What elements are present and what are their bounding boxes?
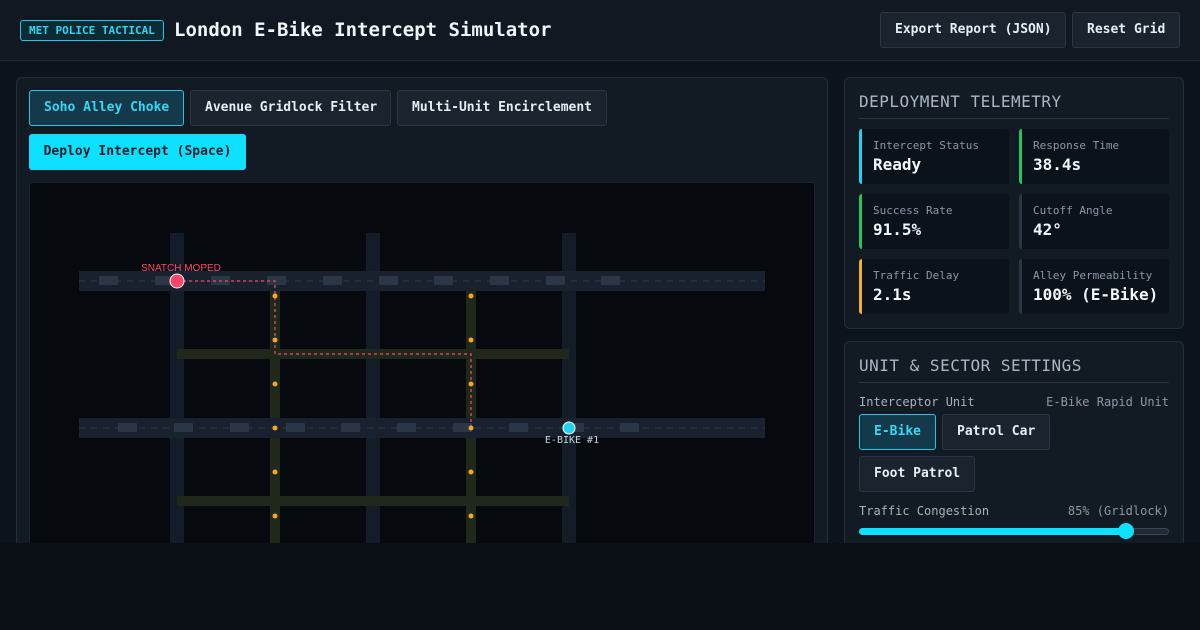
deployment-telemetry-panel: DEPLOYMENT TELEMETRY Intercept Status Re… <box>844 77 1184 329</box>
traffic-congestion-value: 85% (Gridlock) <box>1067 504 1169 518</box>
waypoint-marker <box>272 381 278 387</box>
slider-thumb[interactable] <box>1118 523 1134 539</box>
waypoint-marker <box>468 513 474 519</box>
metric-label: Success Rate <box>873 204 953 217</box>
waypoint-marker <box>468 381 474 387</box>
metric-intercept-status: Intercept Status Ready <box>859 129 1009 184</box>
alley-horizontal <box>177 349 569 359</box>
metric-label: Intercept Status <box>873 139 979 152</box>
unit-label: E-BIKE #1 <box>545 435 599 446</box>
header-bar: MET POLICE TACTICAL London E-Bike Interc… <box>0 0 1200 61</box>
unit-foot-patrol-button[interactable]: Foot Patrol <box>859 456 975 492</box>
traffic-car <box>323 276 342 285</box>
suspect-moped-marker[interactable] <box>169 273 185 289</box>
metric-cutoff-angle: Cutoff Angle 42° <box>1019 194 1169 249</box>
unit-patrol-car-button[interactable]: Patrol Car <box>942 414 1050 450</box>
waypoint-marker <box>272 469 278 475</box>
metric-traffic-delay: Traffic Delay 2.1s <box>859 259 1009 314</box>
interceptor-unit-label: Interceptor Unit <box>859 395 975 409</box>
traffic-car <box>230 423 249 432</box>
traffic-car <box>379 276 398 285</box>
page-title: London E-Bike Intercept Simulator <box>174 19 552 41</box>
waypoint-marker <box>468 293 474 299</box>
waypoint-marker <box>468 469 474 475</box>
waypoint-marker <box>468 425 474 431</box>
metric-success-rate: Success Rate 91.5% <box>859 194 1009 249</box>
metric-response-time: Response Time 38.4s <box>1019 129 1169 184</box>
slider-fill <box>859 528 1126 535</box>
suspect-label: SNATCH MOPED <box>141 263 221 274</box>
traffic-car <box>546 276 565 285</box>
unit-ebike-button[interactable]: E-Bike <box>859 414 936 450</box>
interceptor-unit-value: E-Bike Rapid Unit <box>1046 395 1169 409</box>
traffic-car <box>286 423 305 432</box>
traffic-car <box>620 423 639 432</box>
traffic-car <box>118 423 137 432</box>
ebike-unit-marker[interactable] <box>562 421 576 435</box>
traffic-car <box>434 276 453 285</box>
traffic-car <box>397 423 416 432</box>
traffic-car <box>490 276 509 285</box>
simulation-panel: Soho Alley Choke Avenue Gridlock Filter … <box>16 77 828 543</box>
export-report-button[interactable]: Export Report (JSON) <box>880 12 1066 48</box>
app-window: MET POLICE TACTICAL London E-Bike Interc… <box>0 0 1200 543</box>
metric-label: Response Time <box>1033 139 1120 152</box>
settings-title: UNIT & SECTOR SETTINGS <box>859 356 1169 383</box>
metric-label: Cutoff Angle <box>1033 204 1113 217</box>
tab-avenue-gridlock-filter[interactable]: Avenue Gridlock Filter <box>190 90 391 126</box>
metric-alley-permeability: Alley Permeability 100% (E-Bike) <box>1019 259 1169 314</box>
waypoint-marker <box>272 293 278 299</box>
tab-soho-alley-choke[interactable]: Soho Alley Choke <box>29 90 184 126</box>
waypoint-marker <box>272 513 278 519</box>
traffic-congestion-slider[interactable] <box>859 523 1169 539</box>
metric-value: Ready <box>873 155 922 174</box>
deploy-intercept-button[interactable]: Deploy Intercept (Space) <box>29 134 246 170</box>
metric-value: 100% (E-Bike) <box>1033 285 1159 304</box>
metric-value: 91.5% <box>873 220 922 239</box>
unit-sector-settings-panel: UNIT & SECTOR SETTINGS Interceptor Unit … <box>844 341 1184 543</box>
tab-multi-unit-encirclement[interactable]: Multi-Unit Encirclement <box>397 90 607 126</box>
metric-label: Traffic Delay <box>873 269 960 282</box>
traffic-car <box>341 423 360 432</box>
traffic-car <box>174 423 193 432</box>
reset-grid-button[interactable]: Reset Grid <box>1072 12 1180 48</box>
waypoint-marker <box>272 425 278 431</box>
alley-horizontal <box>177 496 569 506</box>
map-canvas[interactable]: SNATCH MOPED E-BIKE #1 <box>30 183 815 543</box>
waypoint-marker <box>468 337 474 343</box>
unit-badge: MET POLICE TACTICAL <box>20 20 164 41</box>
telemetry-title: DEPLOYMENT TELEMETRY <box>859 92 1169 119</box>
traffic-car <box>99 276 118 285</box>
street-grid-map[interactable]: SNATCH MOPED E-BIKE #1 <box>29 182 815 543</box>
metric-value: 2.1s <box>873 285 912 304</box>
traffic-car <box>601 276 620 285</box>
metric-value: 42° <box>1033 220 1062 239</box>
metric-label: Alley Permeability <box>1033 269 1153 282</box>
traffic-congestion-label: Traffic Congestion <box>859 504 990 518</box>
waypoint-marker <box>272 337 278 343</box>
traffic-car <box>509 423 528 432</box>
metric-value: 38.4s <box>1033 155 1082 174</box>
